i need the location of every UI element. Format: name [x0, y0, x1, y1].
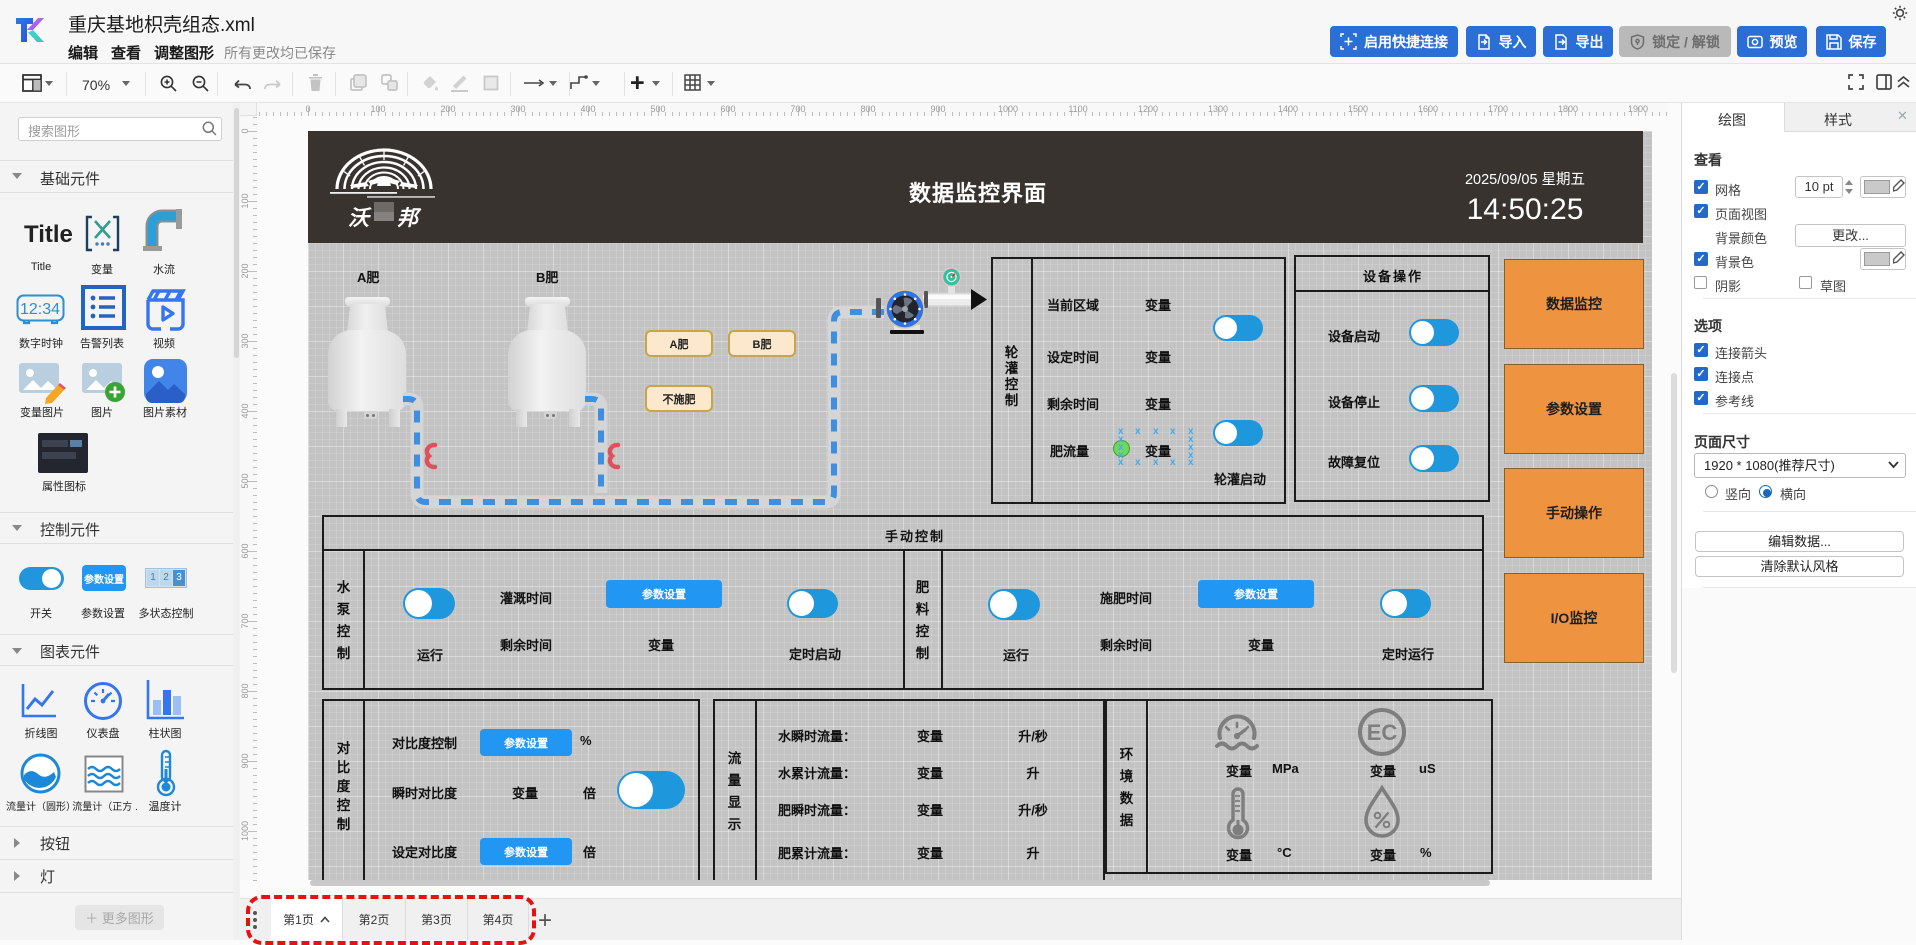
svg-text:EC: EC — [1367, 720, 1398, 745]
svg-text:12:34: 12:34 — [20, 301, 60, 318]
